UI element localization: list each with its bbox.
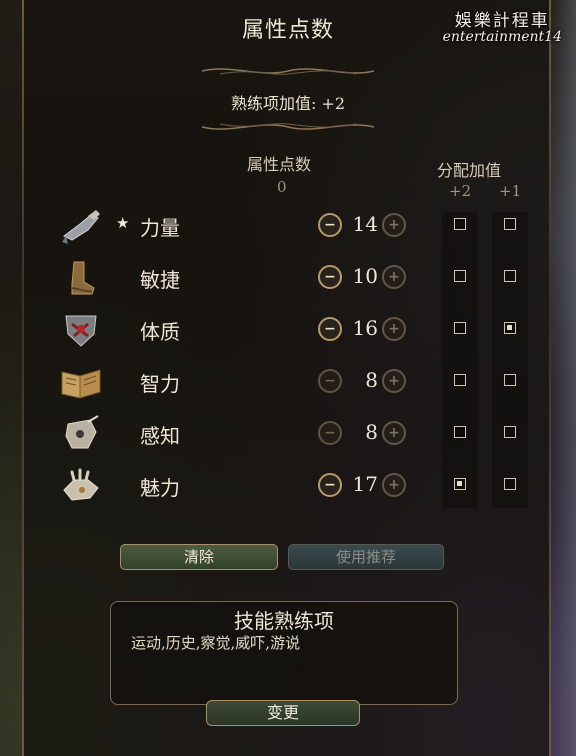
- ornament-top: [201, 68, 375, 75]
- proficiency-bonus-text: 熟练项加值: +2: [230, 94, 346, 113]
- bonus-plus2-checkbox[interactable]: [454, 322, 466, 334]
- primary-ability-star-icon: ★: [116, 214, 130, 232]
- ability-row: 体质 −16 +: [0, 310, 576, 350]
- skills-title: 技能熟练项: [234, 609, 334, 633]
- points-header-label: 属性点数: [247, 155, 312, 174]
- decrease-button[interactable]: −: [318, 421, 342, 445]
- gauntlet-icon: [58, 206, 104, 246]
- bonus-plus1-checkbox[interactable]: [504, 270, 516, 282]
- increase-button[interactable]: +: [382, 421, 406, 445]
- bonus-plus2-checkbox[interactable]: [454, 374, 466, 386]
- increase-button[interactable]: +: [382, 317, 406, 341]
- bonus-plus1-column: [492, 212, 528, 508]
- ability-score: 8: [365, 420, 378, 444]
- watermark-line1: 娛樂計程車: [454, 11, 550, 31]
- ability-row: ★ 力量 −14 +: [0, 206, 576, 246]
- bonus-plus2-checkbox[interactable]: [454, 426, 466, 438]
- watermark-line2: entertainment14: [442, 29, 562, 45]
- ability-score: 10: [352, 264, 378, 288]
- bonus-plus1-header: +1: [499, 182, 522, 200]
- decrease-button[interactable]: −: [318, 265, 342, 289]
- use-recommended-button[interactable]: 使用推荐: [288, 544, 444, 570]
- ability-row: 感知 −8 +: [0, 414, 576, 454]
- ability-name: 敏捷: [140, 268, 180, 292]
- watermark: 娛樂計程車 entertainment14: [443, 6, 562, 45]
- bonus-plus1-checkbox[interactable]: [504, 218, 516, 230]
- clear-button[interactable]: 清除: [120, 544, 278, 570]
- decrease-button[interactable]: −: [318, 473, 342, 497]
- ability-row: 智力 −8 +: [0, 362, 576, 402]
- boot-icon: [58, 258, 104, 298]
- bonus-plus2-checkbox[interactable]: [454, 270, 466, 282]
- ability-score: 17: [352, 472, 378, 496]
- ability-name: 魅力: [140, 476, 180, 500]
- eye-icon: [58, 414, 104, 454]
- bonus-plus1-checkbox[interactable]: [504, 374, 516, 386]
- change-button[interactable]: 变更: [206, 700, 360, 726]
- ornament-bottom: [201, 123, 375, 130]
- ability-name: 体质: [140, 320, 180, 344]
- points-remaining-value: 0: [277, 178, 287, 196]
- bonus-plus2-column: [442, 212, 478, 508]
- bonus-plus1-checkbox[interactable]: [504, 426, 516, 438]
- decrease-button[interactable]: −: [318, 213, 342, 237]
- shield-icon: [58, 310, 104, 350]
- increase-button[interactable]: +: [382, 369, 406, 393]
- ability-name: 感知: [140, 424, 180, 448]
- skill-proficiencies-box: 技能熟练项 运动,历史,察觉,威吓,游说: [110, 601, 458, 705]
- bonus-plus2-header: +2: [449, 182, 472, 200]
- bonus-plus2-checkbox[interactable]: [454, 218, 466, 230]
- decrease-button[interactable]: −: [318, 317, 342, 341]
- assign-bonus-header: 分配加值: [437, 161, 502, 180]
- ability-row: 魅力 −17 +: [0, 466, 576, 506]
- ability-score: 16: [352, 316, 378, 340]
- bonus-plus1-checkbox[interactable]: [504, 322, 516, 334]
- hand-icon: [58, 466, 104, 506]
- ability-score: 14: [352, 212, 378, 236]
- increase-button[interactable]: +: [382, 473, 406, 497]
- ability-score: 8: [365, 368, 378, 392]
- increase-button[interactable]: +: [382, 213, 406, 237]
- skills-list: 运动,历史,察觉,威吓,游说: [131, 634, 301, 652]
- ability-name: 智力: [140, 372, 180, 396]
- decrease-button[interactable]: −: [318, 369, 342, 393]
- bonus-plus2-checkbox[interactable]: [454, 478, 466, 490]
- book-icon: [58, 362, 104, 402]
- ability-row: 敏捷 −10 +: [0, 258, 576, 298]
- increase-button[interactable]: +: [382, 265, 406, 289]
- ability-name: 力量: [140, 216, 180, 240]
- bonus-plus1-checkbox[interactable]: [504, 478, 516, 490]
